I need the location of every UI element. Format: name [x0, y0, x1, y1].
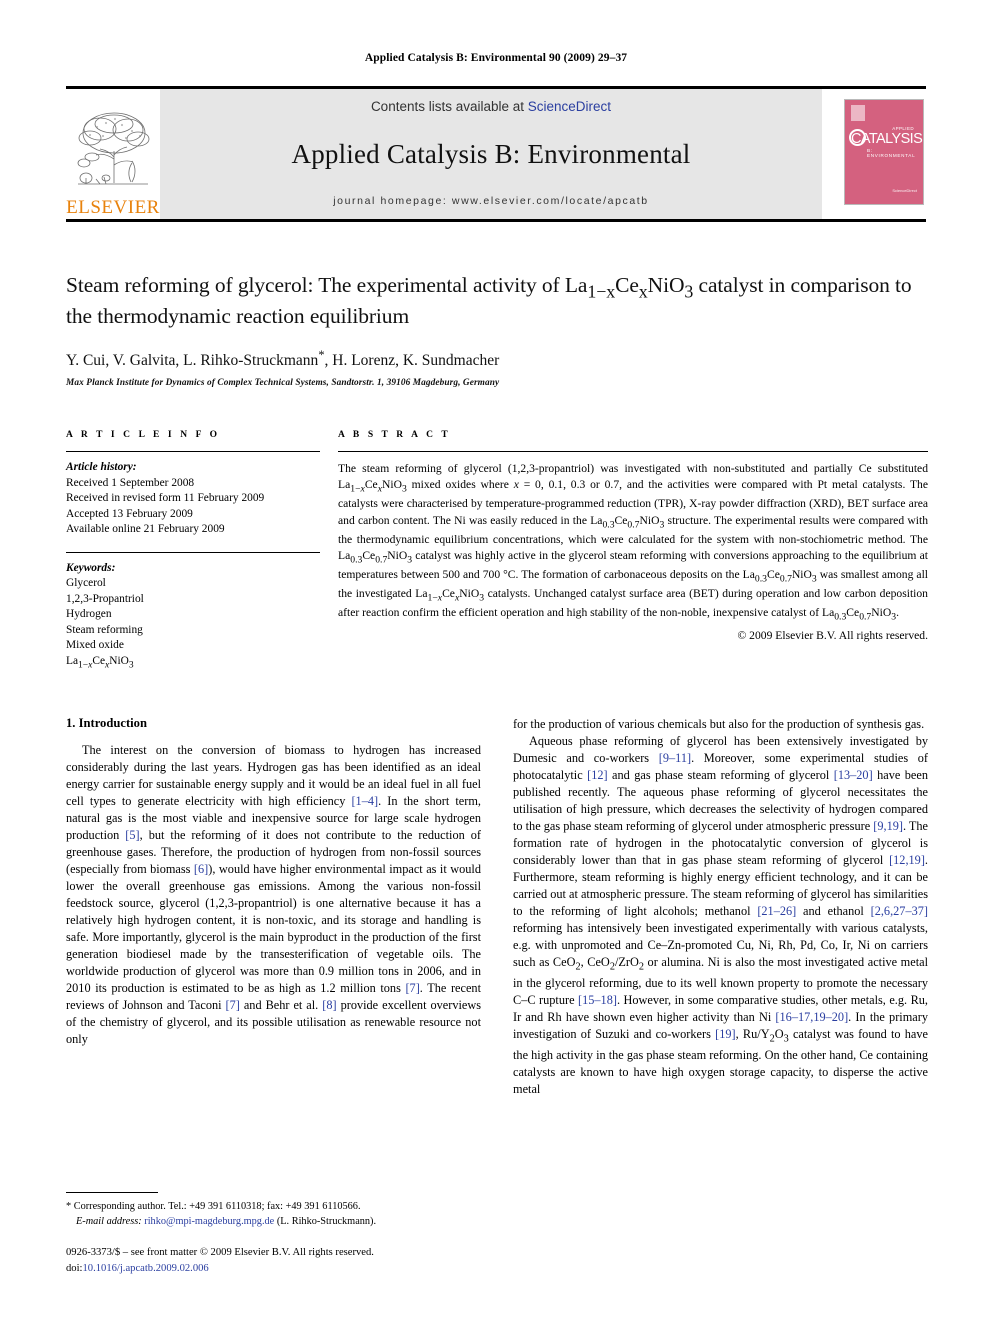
intro-paragraph-left: The interest on the conversion of biomas…: [66, 743, 482, 1047]
journal-homepage-link[interactable]: journal homepage: www.elsevier.com/locat…: [333, 195, 649, 207]
abstract-column: A B S T R A C T The steam reforming of g…: [338, 430, 928, 672]
contents-list-line: Contents lists available at ScienceDirec…: [371, 99, 611, 114]
author-list: Y. Cui, V. Galvita, L. Rihko-Struckmann*…: [66, 348, 928, 370]
keywords-divider: [66, 551, 320, 553]
abstract-copyright: © 2009 Elsevier B.V. All rights reserved…: [737, 629, 928, 643]
citation-ref[interactable]: [2,6,27–37]: [871, 904, 928, 918]
journal-cover-area: APPLIED CATALYSIS B: ENVIRONMENTAL Scien…: [822, 89, 926, 219]
title-part-4: catalyst in: [693, 273, 786, 297]
doi-label: doi:: [66, 1262, 83, 1274]
keyword-item: 1,2,3-Propantriol: [66, 592, 144, 605]
citation-ref[interactable]: [9–11]: [659, 751, 691, 765]
title-part-2: Ce: [615, 273, 639, 297]
citation-ref[interactable]: [12,19]: [889, 853, 925, 867]
email-label: E-mail address:: [76, 1215, 142, 1227]
footnote-star: *: [66, 1200, 72, 1212]
authors-head: Y. Cui, V. Galvita, L. Rihko-Struckmann: [66, 351, 319, 369]
intro-paragraph-right-1: for the production of various chemicals …: [513, 717, 925, 731]
title-part-1: Steam reforming of glycerol: The experim…: [66, 273, 588, 297]
body-columns: 1. Introduction The interest on the conv…: [66, 716, 928, 1276]
authors-tail: , H. Lorenz, K. Sundmacher: [324, 351, 500, 369]
citation-ref[interactable]: [1–4]: [351, 794, 378, 808]
info-abstract-row: A R T I C L E I N F O Article history: R…: [66, 430, 928, 672]
article-info-column: A R T I C L E I N F O Article history: R…: [66, 430, 338, 672]
masthead-center: Contents lists available at ScienceDirec…: [160, 89, 822, 219]
abstract-text: The steam reforming of glycerol (1,2,3-p…: [338, 462, 929, 623]
citation-ref[interactable]: [7]: [226, 998, 240, 1012]
journal-masthead: ELSEVIER Contents lists available at Sci…: [66, 86, 926, 222]
history-item: Received 1 September 2008: [66, 476, 195, 489]
masthead-body: ELSEVIER Contents lists available at Sci…: [66, 89, 926, 219]
section-title-introduction: 1. Introduction: [66, 716, 147, 730]
history-item: Accepted 13 February 2009: [66, 507, 193, 520]
masthead-rule-bottom: [66, 219, 926, 222]
body-column-left: 1. Introduction The interest on the conv…: [66, 716, 481, 1276]
keyword-item-formula: La1−xCexNiO3: [66, 654, 134, 670]
citation-ref[interactable]: [15–18]: [578, 993, 617, 1007]
article-info-divider: [66, 451, 320, 452]
citation-ref[interactable]: [19]: [715, 1027, 736, 1041]
keyword-item: Hydrogen: [66, 608, 112, 620]
corresponding-author-footnote: * Corresponding author. Tel.: +49 391 61…: [66, 1200, 481, 1229]
citation-ref[interactable]: [16–17,19–20]: [775, 1010, 848, 1024]
journal-title: Applied Catalysis B: Environmental: [291, 139, 691, 169]
article-history-label: Article history:: [66, 461, 137, 473]
journal-cover-image: APPLIED CATALYSIS B: ENVIRONMENTAL Scien…: [844, 99, 924, 205]
keywords-block: Keywords: Glycerol 1,2,3-Propantriol Hyd…: [66, 561, 320, 672]
email-owner: (L. Rihko-Struckmann).: [276, 1215, 377, 1227]
email-link[interactable]: rihko@mpi-magdeburg.mpg.de: [144, 1216, 274, 1227]
affiliation: Max Planck Institute for Dynamics of Com…: [66, 377, 500, 388]
citation-ref[interactable]: [6]: [194, 862, 208, 876]
imprint-line: 0926-3373/$ – see front matter © 2009 El…: [66, 1247, 374, 1259]
cover-elsevier-mark: [851, 105, 865, 121]
history-item: Received in revised form 11 February 200…: [66, 492, 265, 504]
article-history: Article history: Received 1 September 20…: [66, 460, 320, 538]
elsevier-tree-icon: [70, 105, 156, 197]
title-sub-2: x: [638, 281, 648, 302]
contents-prefix: Contents lists available at: [370, 99, 528, 114]
keywords-label: Keywords:: [66, 561, 116, 574]
cover-main-title: CATALYSIS: [851, 131, 923, 147]
title-sub-1: 1−x: [587, 281, 616, 302]
citation-ref[interactable]: [13–20]: [834, 768, 873, 782]
citation-ref[interactable]: [12]: [587, 768, 608, 782]
elsevier-wordmark: ELSEVIER: [66, 197, 160, 218]
keyword-item: Glycerol: [66, 577, 106, 589]
abstract-divider: [338, 451, 928, 452]
title-sub-3: 3: [684, 281, 694, 302]
citation-ref[interactable]: [8]: [322, 998, 336, 1012]
citation-ref[interactable]: [7]: [405, 981, 419, 995]
sciencedirect-link[interactable]: ScienceDirect: [528, 99, 611, 114]
article-info-heading: A R T I C L E I N F O: [66, 430, 221, 440]
keyword-item: Mixed oxide: [66, 639, 124, 651]
title-part-3: NiO: [647, 273, 685, 297]
footnote-corresponding-text: Corresponding author. Tel.: +49 391 6110…: [73, 1200, 361, 1212]
citation-ref[interactable]: [5]: [125, 828, 139, 842]
cover-sciencedirect-mark: ScienceDirect: [892, 187, 917, 193]
citation-ref[interactable]: [9,19]: [873, 819, 903, 833]
doi-link[interactable]: 10.1016/j.apcatb.2009.02.006: [82, 1263, 208, 1274]
history-item: Available online 21 February 2009: [66, 523, 225, 535]
running-head: Applied Catalysis B: Environmental 90 (2…: [364, 52, 628, 64]
keyword-item: Steam reforming: [66, 623, 143, 636]
cover-subtitle: B: ENVIRONMENTAL: [867, 148, 916, 158]
title-block: Steam reforming of glycerol: The experim…: [66, 272, 928, 388]
page-title: Steam reforming of glycerol: The experim…: [66, 272, 928, 331]
paper-page: Applied Catalysis B: Environmental 90 (2…: [0, 0, 992, 1323]
footnote-area: * Corresponding author. Tel.: +49 391 61…: [66, 1191, 481, 1276]
elsevier-logo: ELSEVIER: [66, 89, 160, 219]
body-column-right: for the production of various chemicals …: [513, 716, 928, 1276]
intro-paragraph-right-2: Aqueous phase reforming of glycerol has …: [513, 734, 929, 1096]
citation-ref[interactable]: [21–26]: [757, 904, 796, 918]
doi-line: doi:10.1016/j.apcatb.2009.02.006: [66, 1261, 481, 1276]
imprint-block: 0926-3373/$ – see front matter © 2009 El…: [66, 1245, 481, 1276]
abstract-heading: A B S T R A C T: [338, 430, 451, 440]
footnote-rule: [66, 1191, 158, 1193]
